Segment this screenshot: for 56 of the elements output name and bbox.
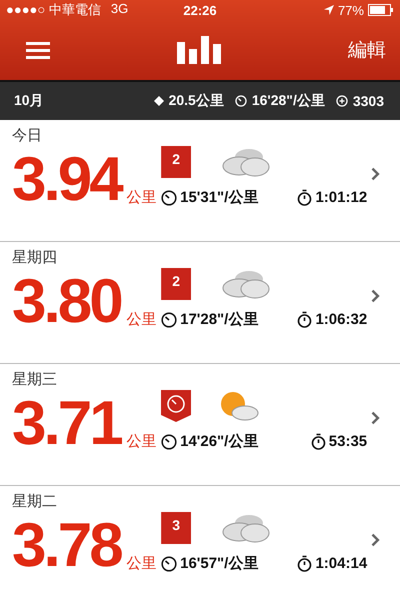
network-type: 3G xyxy=(110,1,128,18)
gauge-icon xyxy=(161,434,178,450)
pace-value: 17'28"/公里 xyxy=(180,310,258,329)
day-label: 星期二 xyxy=(12,492,58,512)
location-icon xyxy=(324,5,334,15)
day-label: 今日 xyxy=(12,126,43,146)
duration-value: 1:01:12 xyxy=(315,189,368,206)
distance-unit: 公里 xyxy=(126,310,157,329)
duration-value: 1:04:14 xyxy=(315,555,368,572)
battery-percent: 77% xyxy=(338,2,364,18)
pace-value: 16'57"/公里 xyxy=(180,554,258,573)
badge: 2 xyxy=(161,146,192,178)
chevron-icon xyxy=(371,411,380,425)
run-row[interactable]: 星期三 3.71 公里 14'26"/公里 53:35 xyxy=(0,364,400,486)
chevron-icon xyxy=(371,167,380,181)
edit-button[interactable]: 編輯 xyxy=(348,37,386,63)
average-pace: 16'28"/公里 xyxy=(252,92,325,110)
run-row[interactable]: 星期四 3.80 公里 2 17'28"/公里 1:06:32 xyxy=(0,242,400,364)
menu-icon[interactable] xyxy=(26,41,50,59)
fuel-total: 3303 xyxy=(352,93,384,109)
distance-unit: 公里 xyxy=(126,188,157,207)
badge: 2 xyxy=(161,268,192,300)
duration-value: 1:06:32 xyxy=(315,311,368,328)
distance-unit: 公里 xyxy=(126,432,157,451)
plus-circle-icon xyxy=(336,95,348,107)
distance-unit: 公里 xyxy=(126,554,157,573)
distance-value: 3.94 xyxy=(12,149,123,211)
gauge-icon xyxy=(161,312,178,328)
day-label: 星期四 xyxy=(12,248,58,268)
pace-value: 15'31"/公里 xyxy=(180,188,258,207)
distance-value: 3.78 xyxy=(12,515,122,577)
run-row[interactable]: 星期二 3.78 公里 3 16'57"/公里 1:04:14 xyxy=(0,486,400,600)
chevron-icon xyxy=(371,533,380,547)
pace-value: 14'26"/公里 xyxy=(180,432,258,451)
battery-icon xyxy=(368,4,394,16)
clock-time: 22:26 xyxy=(182,2,218,18)
distance-value: 3.80 xyxy=(12,271,122,333)
carrier-name: ●●●●○ 中華電信 xyxy=(6,1,101,19)
diamond-icon xyxy=(154,96,164,106)
badge: 3 xyxy=(161,512,192,544)
stopwatch-icon xyxy=(297,189,312,206)
total-distance: 20.5公里 xyxy=(168,92,224,110)
speed-badge-icon xyxy=(161,390,192,422)
gauge-icon xyxy=(234,95,247,107)
day-label: 星期三 xyxy=(12,370,58,390)
gauge-icon xyxy=(161,556,178,572)
bar-chart-icon[interactable] xyxy=(177,36,221,64)
run-row[interactable]: 今日 3.94 公里 2 15'31"/公里 1:01:12 xyxy=(0,120,400,242)
chevron-icon xyxy=(371,289,380,303)
duration-value: 53:35 xyxy=(328,433,368,450)
stopwatch-icon xyxy=(297,555,312,572)
stopwatch-icon xyxy=(297,311,312,328)
distance-value: 3.71 xyxy=(12,393,122,455)
gauge-icon xyxy=(161,190,178,206)
month-label: 10月 xyxy=(14,92,44,110)
stopwatch-icon xyxy=(310,433,326,450)
